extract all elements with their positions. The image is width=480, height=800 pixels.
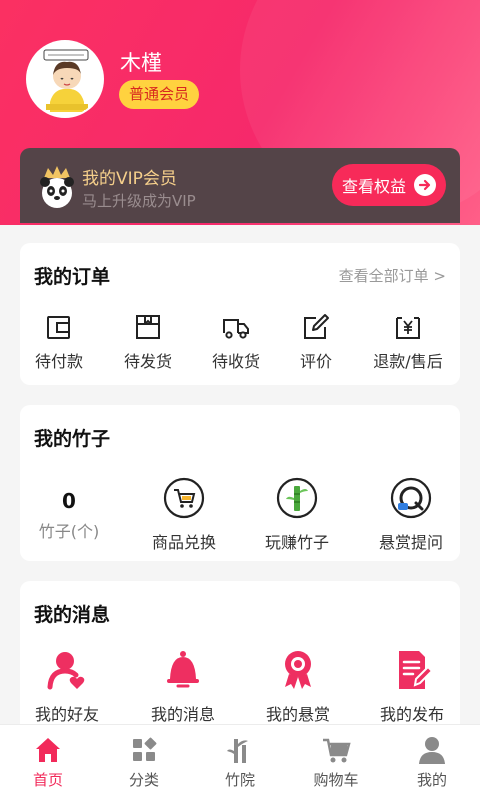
message-item-label: 我的好友 [34,705,99,724]
bamboo-item-label: 悬赏提问 [378,533,443,552]
box-icon [136,315,160,339]
order-refund[interactable]: 退款/售后 [364,313,452,372]
user-icon [419,737,445,764]
message-bounties[interactable]: 我的悬赏 [248,649,348,725]
bottom-nav: 首页 分类 竹院 购物车 我的 [0,724,480,800]
orders-title: 我的订单 [34,266,111,288]
vip-title: 我的VIP会员 [82,169,177,189]
vip-card[interactable]: 我的VIP会员 马上升级成为VIP 查看权益 [20,148,460,223]
order-item-label: 退款/售后 [373,352,443,371]
award-icon [285,651,311,689]
message-item-label: 我的消息 [150,705,215,724]
order-pending-shipment[interactable]: 待发货 [104,313,192,372]
home-icon [36,738,60,762]
nav-label: 竹院 [224,771,255,789]
bamboo-card: 我的竹子 0 竹子(个) 商品兑换 玩赚竹子 悬赏提问 [20,405,460,561]
avatar[interactable] [26,40,104,118]
order-pending-receipt[interactable]: 待收货 [192,313,280,372]
order-pending-payment[interactable]: 待付款 [15,313,103,372]
cart-icon [323,738,351,763]
orders-card: 我的订单 查看全部订单 > 待付款 待发货 待收货 评价 退款/售后 [20,243,460,385]
view-benefits-button[interactable]: 查看权益 [332,164,446,206]
vip-subtitle: 马上升级成为VIP [82,192,196,210]
messages-card: 我的消息 我的好友 我的消息 我的悬赏 我的发布 [20,581,460,741]
bamboo-bounty-question[interactable]: 悬赏提问 [361,477,461,553]
message-notifications[interactable]: 我的消息 [133,649,233,725]
bamboo-title: 我的竹子 [34,428,111,450]
nav-label: 首页 [32,771,63,789]
bamboo-yard-icon [227,739,248,763]
bamboo-circle-icon [276,477,318,519]
panda-crown-icon [40,166,74,208]
edit-icon [304,314,329,339]
bamboo-item-label: 玩赚竹子 [264,533,329,552]
username: 木槿 [120,51,162,75]
bamboo-item-label: 商品兑换 [151,533,216,552]
bamboo-count-label: 竹子(个) [38,522,100,541]
message-publications[interactable]: 我的发布 [362,649,462,725]
bamboo-count[interactable]: 0 [34,489,104,513]
truck-icon [223,319,249,339]
nav-cart[interactable]: 购物车 [296,735,376,790]
nav-home[interactable]: 首页 [8,735,88,790]
publish-icon [399,651,433,689]
category-icon [133,737,157,761]
nav-label: 我的 [416,771,447,789]
wallet-icon [47,316,70,339]
member-level-badge[interactable]: 普通会员 [119,80,200,109]
nav-label: 购物车 [313,771,359,789]
nav-profile[interactable]: 我的 [392,735,472,790]
arrow-right-icon [414,174,436,196]
order-review[interactable]: 评价 [272,313,360,372]
refund-icon [396,317,420,339]
order-item-label: 待收货 [211,352,260,371]
message-friends[interactable]: 我的好友 [17,649,117,725]
order-item-label: 待付款 [34,352,83,371]
cart-circle-icon [163,477,205,519]
nav-category[interactable]: 分类 [104,735,184,790]
messages-title: 我的消息 [34,604,111,626]
view-all-orders-link[interactable]: 查看全部订单 > [339,265,446,286]
bell-icon [167,651,199,688]
order-item-label: 评价 [299,352,332,371]
message-item-label: 我的发布 [379,705,444,724]
nav-label: 分类 [128,771,159,789]
view-benefits-label: 查看权益 [342,177,407,196]
friend-icon [47,652,85,690]
order-item-label: 待发货 [123,352,172,371]
bamboo-earn[interactable]: 玩赚竹子 [247,477,347,553]
nav-bamboo-yard[interactable]: 竹院 [200,735,280,790]
avatar-illustration [28,42,102,116]
message-item-label: 我的悬赏 [265,705,330,724]
bamboo-redeem[interactable]: 商品兑换 [134,477,234,553]
question-circle-icon [390,477,432,519]
